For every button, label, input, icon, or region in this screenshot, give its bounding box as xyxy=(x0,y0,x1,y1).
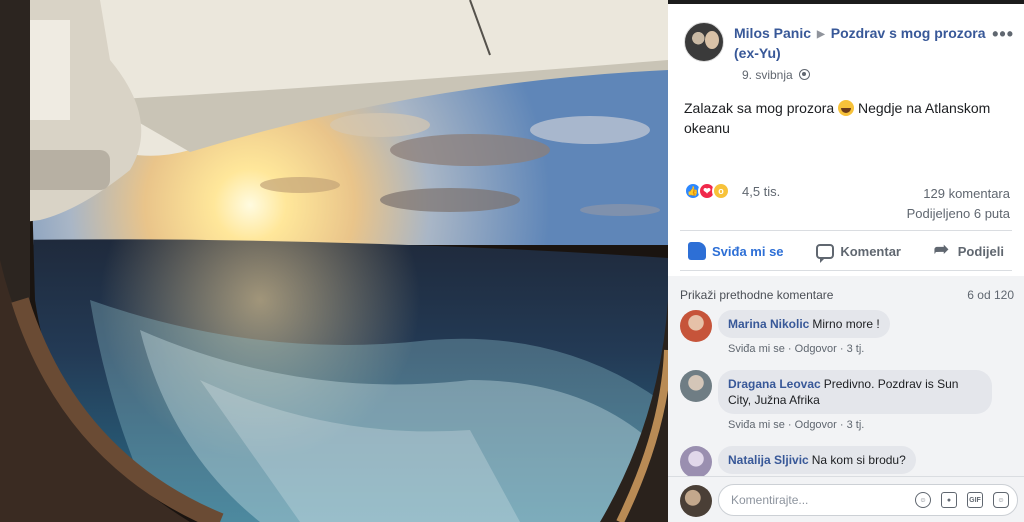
comment-button[interactable]: Komentar xyxy=(808,238,909,264)
globe-icon xyxy=(798,69,810,80)
post-side-panel: Milos Panic ▶ Pozdrav s mog prozora (ex-Yu… xyxy=(668,4,1024,522)
sticker-icon[interactable]: ☺ xyxy=(993,492,1009,508)
commenter-avatar[interactable] xyxy=(680,310,712,342)
commenter-name-link[interactable]: Dragana Leovac xyxy=(728,377,821,391)
post-text: Zalazak sa mog prozora Negdje na Atlansk… xyxy=(684,98,1014,138)
comment-input[interactable]: Komentirajte... ☺ ● GIF ☺ xyxy=(718,484,1018,516)
caret-right-icon: ▶ xyxy=(817,29,825,40)
author-name-link[interactable]: Milos Panic xyxy=(734,25,811,41)
comment-composer: Komentirajte... ☺ ● GIF ☺ xyxy=(668,476,1024,522)
divider xyxy=(680,270,1012,271)
sunset-ocean-fisheye-image xyxy=(0,0,668,522)
comment-like-link[interactable]: Sviđa mi se xyxy=(728,419,785,431)
post-actions: Sviđa mi se Komentar Podijeli xyxy=(680,238,1012,264)
share-button-label: Podijeli xyxy=(957,243,1004,259)
comment-bubble: Natalija Sljivic Na kom si brodu? xyxy=(718,446,916,474)
comments-list: Prikaži prethodne komentare 6 od 120 Mar… xyxy=(668,276,1024,478)
shares-count-link[interactable]: Podijeljeno 6 puta xyxy=(907,204,1010,224)
comment-age[interactable]: 3 tj. xyxy=(847,419,865,431)
laughing-emoji-icon xyxy=(838,100,855,116)
comment-reply-link[interactable]: Odgovor xyxy=(795,419,837,431)
comment-like-link[interactable]: Sviđa mi se xyxy=(728,343,785,355)
commenter-name-link[interactable]: Natalija Sljivic xyxy=(728,453,809,467)
reactions-count[interactable]: 4,5 tis. xyxy=(742,184,780,199)
share-button[interactable]: Podijeli xyxy=(926,238,1012,264)
post-header: Milos Panic ▶ Pozdrav s mog prozora (ex-Yu… xyxy=(684,20,1016,90)
comment-button-label: Komentar xyxy=(840,243,901,259)
comment-bubble: Dragana Leovac Predivno. Pozdrav is Sun C… xyxy=(718,370,992,414)
post-date-link[interactable]: 9. svibnja xyxy=(742,68,793,82)
comment-actions: Sviđa mi se · Odgovor · 3 tj. xyxy=(728,419,865,431)
commenter-avatar[interactable] xyxy=(680,446,712,478)
like-button-label: Sviđa mi se xyxy=(712,243,784,259)
comment-reply-link[interactable]: Odgovor xyxy=(795,343,837,355)
comments-page-count: 6 od 120 xyxy=(967,288,1014,302)
comment-text: Na kom si brodu? xyxy=(811,453,906,467)
commenter-avatar[interactable] xyxy=(680,370,712,402)
comment-text: Mirno more ! xyxy=(812,317,880,331)
comment-age[interactable]: 3 tj. xyxy=(847,343,865,355)
gif-icon[interactable]: GIF xyxy=(967,492,983,508)
post-text-main: Zalazak sa mog prozora xyxy=(684,100,835,116)
more-options-icon[interactable]: ••• xyxy=(992,24,1014,45)
show-previous-comments-link[interactable]: Prikaži prethodne komentare xyxy=(680,288,833,302)
comment-bubble-icon xyxy=(816,243,835,263)
comment-actions: Sviđa mi se · Odgovor · 3 tj. xyxy=(728,343,865,355)
author-line: Milos Panic ▶ Pozdrav s mog prozora (ex-Yu… xyxy=(734,24,996,62)
divider xyxy=(680,230,1012,231)
thumbs-up-icon xyxy=(688,242,706,260)
emoji-icon[interactable]: ☺ xyxy=(915,492,931,508)
comment-bubble: Marina Nikolic Mirno more ! xyxy=(718,310,890,338)
composer-tools: ☺ ● GIF ☺ xyxy=(915,492,1009,508)
current-user-avatar xyxy=(680,485,712,517)
post-stats: 129 komentara Podijeljeno 6 puta xyxy=(907,184,1010,224)
camera-icon[interactable]: ● xyxy=(941,492,957,508)
author-avatar[interactable] xyxy=(684,22,724,62)
comment-input-placeholder: Komentirajte... xyxy=(731,493,809,507)
wow-reaction-icon: o xyxy=(712,182,730,200)
post-meta: 9. svibnja xyxy=(742,68,810,82)
post-photo[interactable] xyxy=(0,0,668,522)
share-arrow-icon xyxy=(934,239,952,260)
like-button[interactable]: Sviđa mi se xyxy=(680,238,792,264)
commenter-name-link[interactable]: Marina Nikolic xyxy=(728,317,809,331)
comments-count-link[interactable]: 129 komentara xyxy=(907,184,1010,204)
